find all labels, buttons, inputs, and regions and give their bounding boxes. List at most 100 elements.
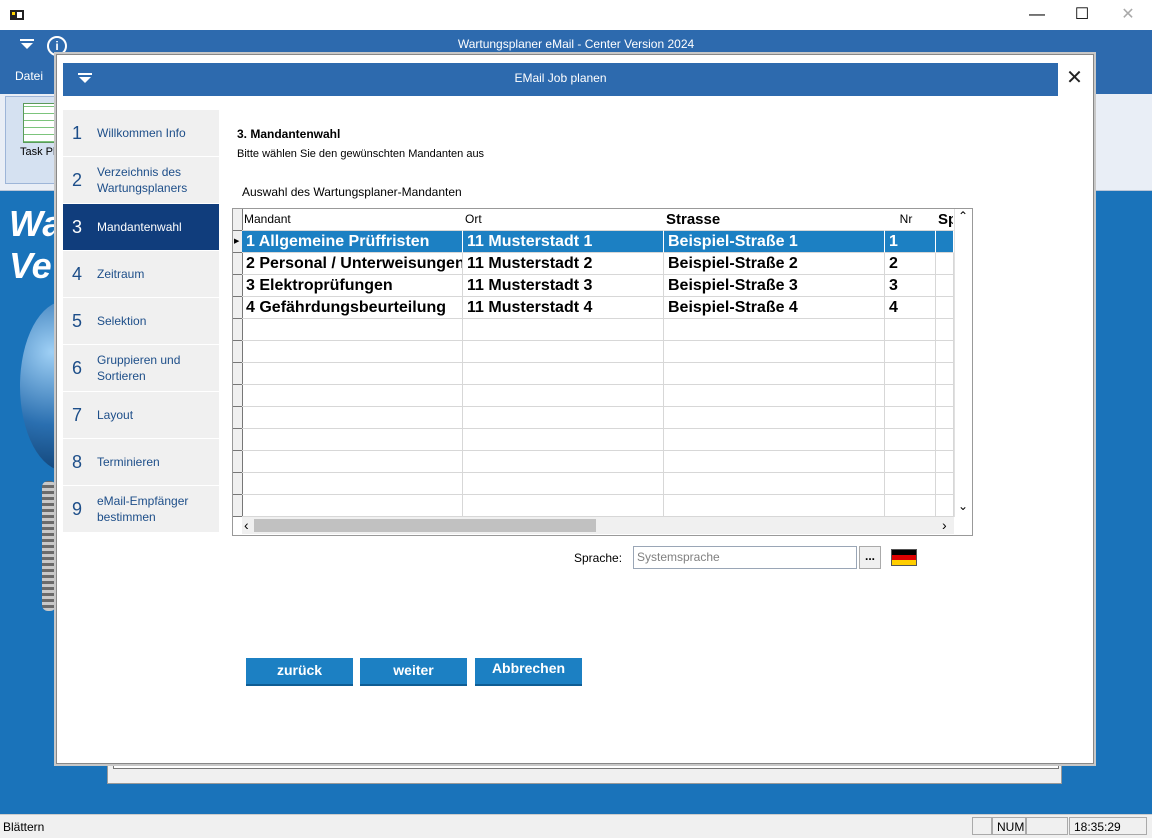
grid-cell-nr[interactable]: 1 xyxy=(885,231,936,253)
grid-empty-cell[interactable] xyxy=(242,473,463,495)
grid-cell-mandant[interactable]: 3 Elektroprüfungen xyxy=(242,275,463,297)
grid-empty-cell[interactable] xyxy=(242,495,463,517)
horizontal-scrollbar[interactable]: ‹ › xyxy=(242,517,954,534)
back-button[interactable]: zurück xyxy=(246,658,353,686)
row-header-cell[interactable] xyxy=(233,363,242,385)
grid-empty-cell[interactable] xyxy=(463,363,664,385)
grid-cell-nr[interactable]: 3 xyxy=(885,275,936,297)
grid-empty-cell[interactable] xyxy=(936,363,954,385)
grid-cell-ort[interactable]: 11 Musterstadt 2 xyxy=(463,253,664,275)
row-header-cell[interactable] xyxy=(233,319,242,341)
grid-empty-cell[interactable] xyxy=(885,363,936,385)
grid-empty-cell[interactable] xyxy=(885,429,936,451)
scroll-right-arrow-icon[interactable]: › xyxy=(942,517,947,533)
step-mandantenwahl[interactable]: 3 Mandantenwahl xyxy=(63,204,219,250)
scroll-up-arrow-icon[interactable]: ⌃ xyxy=(958,209,968,223)
grid-empty-cell[interactable] xyxy=(664,473,885,495)
grid-empty-cell[interactable] xyxy=(885,495,936,517)
step-verzeichnis[interactable]: 2 Verzeichnis des Wartungsplaners xyxy=(63,157,219,203)
column-header-ort[interactable]: Ort xyxy=(463,209,664,231)
grid-cell-sp[interactable] xyxy=(936,297,954,319)
grid-empty-cell[interactable] xyxy=(664,407,885,429)
close-window-button[interactable]: ✕ xyxy=(1105,0,1151,30)
grid-empty-cell[interactable] xyxy=(463,429,664,451)
grid-cell-nr[interactable]: 4 xyxy=(885,297,936,319)
scroll-down-arrow-icon[interactable]: ⌄ xyxy=(958,499,968,513)
step-gruppieren[interactable]: 6 Gruppieren und Sortieren xyxy=(63,345,219,391)
grid-cell-nr[interactable]: 2 xyxy=(885,253,936,275)
grid-cell-ort[interactable]: 11 Musterstadt 4 xyxy=(463,297,664,319)
grid-empty-cell[interactable] xyxy=(463,495,664,517)
language-browse-button[interactable]: ... xyxy=(859,546,881,569)
grid-empty-cell[interactable] xyxy=(463,473,664,495)
grid-empty-cell[interactable] xyxy=(936,385,954,407)
step-email-empfaenger[interactable]: 9 eMail-Empfänger bestimmen xyxy=(63,486,219,532)
vertical-scrollbar[interactable]: ⌃ ⌄ xyxy=(954,209,972,517)
column-header-strasse[interactable]: Strasse xyxy=(664,209,885,231)
menu-datei[interactable]: Datei xyxy=(15,69,43,83)
grid-empty-cell[interactable] xyxy=(885,473,936,495)
row-header-cell[interactable] xyxy=(233,473,242,495)
row-header-cell[interactable] xyxy=(233,341,242,363)
step-willkommen[interactable]: 1 Willkommen Info xyxy=(63,110,219,156)
grid-cell-sp[interactable] xyxy=(936,275,954,297)
grid-empty-cell[interactable] xyxy=(242,407,463,429)
row-header-cell[interactable] xyxy=(233,407,242,429)
grid-empty-cell[interactable] xyxy=(463,407,664,429)
cancel-button[interactable]: Abbrechen xyxy=(475,658,582,686)
horizontal-scroll-thumb[interactable] xyxy=(254,519,596,532)
grid-empty-cell[interactable] xyxy=(664,319,885,341)
grid-empty-cell[interactable] xyxy=(936,341,954,363)
mandant-grid[interactable]: ▶ Mandant Ort Strasse Nr Sp ⌃ ⌄ ‹ › 1 Al… xyxy=(232,208,973,536)
grid-cell-sp[interactable] xyxy=(936,253,954,275)
grid-empty-cell[interactable] xyxy=(463,451,664,473)
grid-empty-cell[interactable] xyxy=(936,451,954,473)
grid-empty-cell[interactable] xyxy=(242,341,463,363)
column-header-sp[interactable]: Sp xyxy=(936,209,954,231)
row-header-cell[interactable] xyxy=(233,495,242,517)
language-field[interactable]: Systemsprache xyxy=(633,546,857,569)
grid-empty-cell[interactable] xyxy=(664,451,885,473)
row-header-cell[interactable] xyxy=(233,297,242,319)
grid-empty-cell[interactable] xyxy=(936,495,954,517)
row-header-cell[interactable] xyxy=(233,451,242,473)
grid-empty-cell[interactable] xyxy=(885,385,936,407)
grid-empty-cell[interactable] xyxy=(242,451,463,473)
grid-cell-ort[interactable]: 11 Musterstadt 1 xyxy=(463,231,664,253)
step-selektion[interactable]: 5 Selektion xyxy=(63,298,219,344)
row-header-cell[interactable] xyxy=(233,429,242,451)
grid-empty-cell[interactable] xyxy=(936,319,954,341)
row-header-cell[interactable] xyxy=(233,209,242,231)
row-header-cell[interactable] xyxy=(233,253,242,275)
grid-cell-mandant[interactable]: 1 Allgemeine Prüffristen xyxy=(242,231,463,253)
scroll-left-arrow-icon[interactable]: ‹ xyxy=(244,517,249,533)
grid-cell-strasse[interactable]: Beispiel-Straße 2 xyxy=(664,253,885,275)
grid-empty-cell[interactable] xyxy=(242,363,463,385)
grid-empty-cell[interactable] xyxy=(936,407,954,429)
grid-empty-cell[interactable] xyxy=(463,319,664,341)
row-header-cell[interactable]: ▶ xyxy=(233,231,242,253)
grid-cell-mandant[interactable]: 4 Gefährdungsbeurteilung xyxy=(242,297,463,319)
grid-empty-cell[interactable] xyxy=(664,495,885,517)
grid-empty-cell[interactable] xyxy=(885,407,936,429)
grid-empty-cell[interactable] xyxy=(242,429,463,451)
row-header-cell[interactable] xyxy=(233,385,242,407)
step-terminieren[interactable]: 8 Terminieren xyxy=(63,439,219,485)
column-header-mandant[interactable]: Mandant xyxy=(242,209,463,231)
grid-cell-ort[interactable]: 11 Musterstadt 3 xyxy=(463,275,664,297)
grid-empty-cell[interactable] xyxy=(664,385,885,407)
minimize-button[interactable]: — xyxy=(1014,0,1060,30)
step-zeitraum[interactable]: 4 Zeitraum xyxy=(63,251,219,297)
grid-empty-cell[interactable] xyxy=(936,429,954,451)
grid-cell-strasse[interactable]: Beispiel-Straße 4 xyxy=(664,297,885,319)
maximize-button[interactable]: ☐ xyxy=(1059,0,1105,30)
grid-empty-cell[interactable] xyxy=(664,363,885,385)
grid-cell-strasse[interactable]: Beispiel-Straße 1 xyxy=(664,231,885,253)
task-planner-button[interactable]: Task Plan xyxy=(5,96,68,184)
grid-empty-cell[interactable] xyxy=(242,385,463,407)
dialog-close-button[interactable]: ✕ xyxy=(1060,63,1089,96)
next-button[interactable]: weiter xyxy=(360,658,467,686)
row-header-cell[interactable] xyxy=(233,275,242,297)
grid-empty-cell[interactable] xyxy=(936,473,954,495)
grid-empty-cell[interactable] xyxy=(463,341,664,363)
